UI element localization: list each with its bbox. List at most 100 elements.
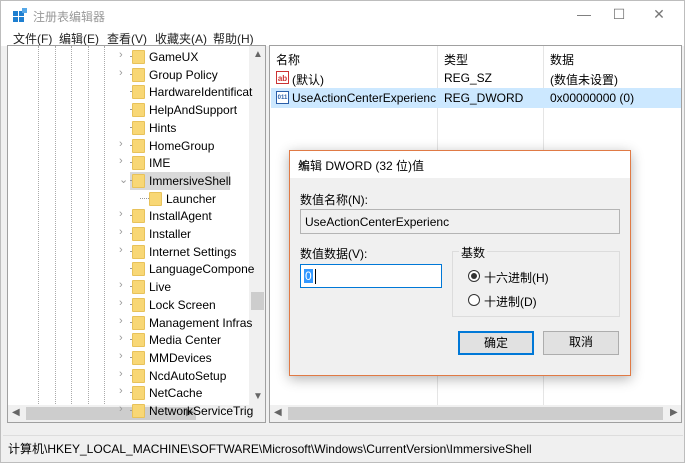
chevron-right-icon[interactable]: › — [119, 138, 123, 150]
menu-bar: 文件(F) 编辑(E) 查看(V) 收藏夹(A) 帮助(H) — [1, 28, 684, 46]
folder-icon — [132, 103, 145, 118]
chevron-down-icon[interactable]: ⌄ — [119, 173, 128, 186]
dialog-close-button[interactable]: ✕ — [298, 157, 622, 171]
tree-item-label: Installer — [149, 227, 192, 241]
window-title: 注册表编辑器 — [33, 10, 106, 24]
chevron-right-icon[interactable]: › — [119, 67, 123, 79]
tree-item[interactable]: › Lock Screen — [8, 296, 248, 314]
tree-item[interactable]: › Installer — [8, 225, 248, 243]
tree-item-label: NetworkServiceTrig — [149, 404, 254, 418]
chevron-right-icon[interactable]: › — [119, 226, 123, 238]
folder-icon — [132, 350, 145, 365]
tree-item-label: NcdAutoSetup — [149, 368, 227, 383]
title-bar: 注册表编辑器 — ☐ ✕ — [1, 1, 684, 28]
tree-item[interactable]: › MMDevices — [8, 349, 248, 367]
chevron-right-icon[interactable]: › — [119, 368, 123, 380]
value-data-input[interactable]: 0 — [300, 264, 442, 288]
folder-icon — [132, 138, 145, 153]
chevron-right-icon[interactable]: › — [119, 350, 123, 362]
folder-icon — [132, 262, 145, 277]
close-button[interactable]: ✕ — [641, 4, 677, 26]
decimal-label[interactable]: 十进制(D) — [484, 293, 537, 310]
hex-label[interactable]: 十六进制(H) — [484, 269, 549, 286]
tree-item[interactable]: HelpAndSupport — [8, 101, 248, 119]
tree-item[interactable]: › NcdAutoSetup — [8, 367, 248, 385]
decimal-radio[interactable] — [468, 294, 480, 306]
chevron-right-icon[interactable]: › — [119, 403, 123, 415]
tree-item-label: Management Infras — [149, 315, 253, 330]
tree-item-label: Group Policy — [149, 67, 218, 82]
tree-item[interactable]: › NetCache — [8, 384, 248, 402]
folder-icon — [132, 404, 145, 418]
chevron-right-icon[interactable]: › — [119, 297, 123, 309]
chevron-right-icon[interactable]: › — [119, 155, 123, 167]
tree-item[interactable]: › IME — [8, 154, 248, 172]
chevron-right-icon[interactable]: › — [119, 279, 123, 291]
list-horizontal-scrollbar[interactable]: ◀ ▶ — [270, 405, 681, 422]
scroll-thumb[interactable] — [251, 292, 264, 310]
tree-item-label: Media Center — [149, 333, 222, 348]
folder-icon — [132, 280, 145, 295]
minimize-button[interactable]: — — [566, 4, 602, 26]
scroll-down-icon[interactable]: ▼ — [253, 391, 263, 402]
chevron-right-icon[interactable]: › — [119, 244, 123, 256]
tree-item[interactable]: Launcher — [8, 190, 248, 208]
value-row[interactable]: 011 UseActionCenterExperienc REG_DWORD 0… — [271, 88, 681, 108]
value-name: (默认) — [292, 73, 324, 87]
scroll-left-icon[interactable]: ◀ — [274, 407, 282, 418]
column-header-name[interactable]: 名称 — [276, 51, 300, 68]
tree-item[interactable]: › Group Policy — [8, 66, 248, 84]
tree-item[interactable]: HardwareIdentificat — [8, 83, 252, 101]
value-type: REG_SZ — [444, 71, 493, 85]
status-bar: 计算机\HKEY_LOCAL_MACHINE\SOFTWARE\Microsof… — [3, 435, 683, 457]
tree-item[interactable]: › Management Infras — [8, 314, 252, 332]
chevron-right-icon[interactable]: › — [119, 315, 123, 327]
ok-button[interactable]: 确定 — [458, 331, 534, 355]
tree-item-label: GameUX — [149, 50, 199, 64]
chevron-right-icon[interactable]: › — [119, 208, 123, 220]
key-tree: ▲ ▼ ◀ ▶ › GameUX › Group Policy HardwareIden… — [7, 45, 266, 423]
tree-item[interactable]: Hints — [8, 119, 248, 137]
tree-item-label: HelpAndSupport — [149, 103, 238, 118]
binary-value-icon: 011 — [276, 91, 289, 104]
tree-item-label: Internet Settings — [149, 244, 237, 259]
cancel-button[interactable]: 取消 — [543, 331, 619, 355]
hex-radio[interactable] — [468, 270, 480, 282]
value-data-text: 0 — [304, 269, 313, 283]
folder-icon — [132, 173, 145, 188]
tree-item[interactable]: › InstallAgent — [8, 207, 248, 225]
folder-icon — [149, 191, 162, 206]
value-data-label: 数值数据(V): — [300, 247, 368, 261]
column-header-type[interactable]: 类型 — [444, 51, 468, 68]
string-value-icon: ab — [276, 71, 289, 84]
tree-item[interactable]: › Media Center — [8, 331, 248, 349]
tree-item-label: Lock Screen — [149, 297, 216, 312]
tree-item[interactable]: › NetworkServiceTrig — [8, 402, 253, 420]
chevron-right-icon[interactable]: › — [119, 385, 123, 397]
folder-icon — [132, 315, 145, 330]
value-name-label: 数值名称(N): — [300, 193, 368, 207]
folder-icon — [132, 368, 145, 383]
value-row[interactable]: ab (默认) REG_SZ (数值未设置) — [271, 68, 681, 88]
chevron-right-icon[interactable]: › — [119, 49, 123, 61]
chevron-right-icon[interactable]: › — [119, 332, 123, 344]
tree-item[interactable]: LanguageCompone — [8, 260, 254, 278]
maximize-button[interactable]: ☐ — [601, 4, 637, 26]
key-path: 计算机\HKEY_LOCAL_MACHINE\SOFTWARE\Microsof… — [8, 442, 532, 456]
tree-item[interactable]: › GameUX — [8, 48, 248, 66]
scroll-thumb[interactable] — [288, 407, 663, 420]
tree-item[interactable]: › Live — [8, 278, 248, 296]
tree-item[interactable]: › HomeGroup — [8, 137, 248, 155]
folder-icon — [132, 120, 145, 135]
tree-vertical-scrollbar[interactable]: ▲ ▼ — [249, 46, 265, 406]
tree-item-label: HomeGroup — [149, 138, 215, 153]
value-data: (数值未设置) — [550, 73, 618, 87]
value-name: UseActionCenterExperienc — [292, 91, 437, 105]
folder-icon — [132, 209, 145, 224]
tree-item[interactable]: ⌄ ImmersiveShell — [119, 171, 231, 190]
column-header-data[interactable]: 数据 — [550, 51, 574, 68]
scroll-right-icon[interactable]: ▶ — [670, 407, 678, 418]
dialog-title-bar: 编辑 DWORD (32 位)值 ✕ — [290, 151, 630, 178]
scroll-up-icon[interactable]: ▲ — [253, 49, 263, 60]
tree-item[interactable]: › Internet Settings — [8, 243, 248, 261]
